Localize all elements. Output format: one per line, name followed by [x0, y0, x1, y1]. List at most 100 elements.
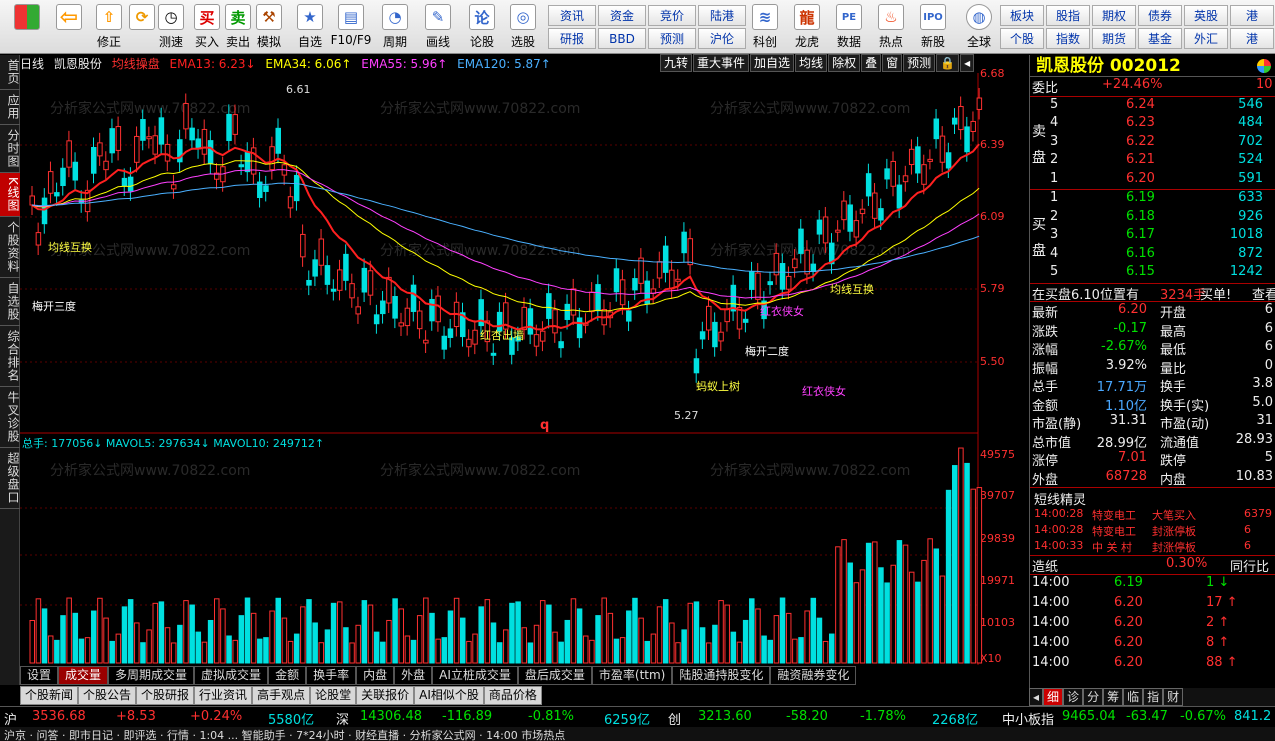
candle [958, 106, 964, 131]
cy-pct: -1.78% [860, 709, 906, 724]
tab-related[interactable]: 关联报价 [356, 686, 415, 705]
grid-item[interactable]: 期权 [1092, 5, 1136, 26]
volume-bar [312, 622, 318, 664]
grid-item[interactable]: 期货 [1092, 28, 1136, 49]
draw-button[interactable]: ✎ 画线 [421, 4, 455, 50]
tab-inner[interactable]: 内盘 [356, 666, 395, 685]
tab-outer[interactable]: 外盘 [394, 666, 433, 685]
tab-expert[interactable]: 高手观点 [252, 686, 311, 705]
grid-item[interactable]: 指数 [1046, 28, 1090, 49]
quote-tab[interactable]: 诊 [1063, 688, 1084, 706]
grid-item[interactable]: 资讯 [548, 5, 596, 26]
screener-button[interactable]: ◎ 选股 [506, 4, 540, 50]
tab-intraday[interactable]: 分时图 [0, 125, 20, 173]
simulate-button[interactable]: ⚒ 模拟 [252, 4, 286, 50]
volume-bar [952, 465, 958, 664]
tab-news[interactable]: 个股新闻 [20, 686, 79, 705]
quote-tab[interactable]: 细 [1043, 688, 1064, 706]
grid-item[interactable]: 竞价 [648, 5, 696, 26]
short-item[interactable]: 14:00:33 中 关 村 封涨停板 6 [1030, 539, 1275, 555]
back-arrow-icon[interactable]: ⇦ [52, 4, 86, 50]
level-price: 6.19 [1126, 190, 1155, 205]
tab-ranking[interactable]: 综合排名 [0, 326, 20, 387]
tab-settings[interactable]: 设置 [20, 666, 59, 685]
tab-superquote[interactable]: 超级盘口 [0, 448, 20, 509]
data-button[interactable]: PE 数据 [832, 4, 866, 50]
grid-item[interactable]: 港 [1230, 28, 1274, 49]
tab-ai-similar[interactable]: AI相似个股 [414, 686, 484, 705]
grid-item[interactable]: 沪伦 [698, 28, 746, 49]
peer-compare[interactable]: 同行比 [1230, 556, 1269, 575]
short-item[interactable]: 14:00:28 特变电工 大笔买入 6379 [1030, 507, 1275, 523]
tab-home[interactable]: 首页 [0, 55, 20, 90]
global-button[interactable]: ◍ 全球 [962, 4, 996, 50]
tab-research[interactable]: 个股研报 [136, 686, 195, 705]
watchlist-button[interactable]: ★ 自选 [293, 4, 327, 50]
grid-item[interactable]: 预测 [648, 28, 696, 49]
grid-item[interactable]: 板块 [1000, 5, 1044, 26]
buy-button[interactable]: 买买入 [190, 4, 224, 50]
zaimai-link[interactable]: 查看 [1252, 284, 1275, 303]
grid-item[interactable]: 个股 [1000, 28, 1044, 49]
tab-industry[interactable]: 行业资讯 [194, 686, 253, 705]
tab-forum[interactable]: 论股堂 [310, 686, 357, 705]
fix-button[interactable]: ⇧ 修正 [92, 4, 126, 50]
home-logo-icon[interactable] [10, 4, 44, 50]
tab-diagnosis[interactable]: 牛叉诊股 [0, 387, 20, 448]
grid-item[interactable]: 英股 [1184, 5, 1228, 26]
sell-button[interactable]: 卖卖出 [221, 4, 255, 50]
grid-item[interactable]: 资金 [598, 5, 646, 26]
quote-tab[interactable]: 指 [1143, 688, 1164, 706]
kline-chart-area[interactable]: 日线 凯恩股份 均线操盘 EMA13: 6.23↓ EMA34: 6.06↑ E… [20, 54, 1028, 665]
grid-item[interactable]: 基金 [1138, 28, 1182, 49]
tab-turnover[interactable]: 换手率 [306, 666, 357, 685]
star-market-button[interactable]: ≋ 科创 [748, 4, 782, 50]
grid-item[interactable]: 股指 [1046, 5, 1090, 26]
tab-virtual-volume[interactable]: 虚拟成交量 [194, 666, 269, 685]
dragon-tiger-button[interactable]: 龍龙虎 [790, 4, 824, 50]
grid-item[interactable]: 港 [1230, 5, 1274, 26]
tab-apps[interactable]: 应用 [0, 90, 20, 125]
candle [712, 321, 718, 348]
ipo-button[interactable]: IPO 新股 [916, 4, 950, 50]
volume-bar [638, 617, 644, 664]
volume-bar [915, 581, 921, 664]
news-ticker[interactable]: 沪京 · 问答 · 即市日记 · 即评选 · 行情 · 1:04 ... 智能助… [0, 727, 1275, 741]
tab-watchlist[interactable]: 自选股 [0, 278, 20, 326]
tab-volume[interactable]: 成交量 [58, 666, 109, 685]
volume-bar [853, 582, 860, 664]
tab-ai-volume[interactable]: AI立桩成交量 [432, 666, 518, 685]
grid-item[interactable]: 债券 [1138, 5, 1182, 26]
hotspot-button[interactable]: ♨ 热点 [874, 4, 908, 50]
speedtest-button[interactable]: ◷ 测速 [154, 4, 188, 50]
tab-amount[interactable]: 金额 [268, 666, 307, 685]
grid-item[interactable]: 陆港 [698, 5, 746, 26]
tab-profile[interactable]: 个股资料 [0, 217, 20, 278]
level-num: 5 [1050, 264, 1059, 279]
quote-tab[interactable]: 财 [1163, 688, 1184, 706]
industry-row: 造纸 0.30% 同行比 [1030, 555, 1275, 575]
tab-hk-connect[interactable]: 陆股通持股变化 [672, 666, 771, 685]
pie-icon[interactable] [1257, 59, 1271, 73]
quote-tab[interactable]: ◂ [1029, 688, 1044, 706]
quote-tab[interactable]: 筹 [1103, 688, 1124, 706]
tab-kline[interactable]: K线图 [0, 173, 20, 217]
tab-pe[interactable]: 市盈率(ttm) [591, 666, 673, 685]
candle [595, 284, 601, 312]
grid-item[interactable]: BBD [598, 28, 646, 49]
short-item[interactable]: 14:00:28 特变电工 封涨停板 6 [1030, 523, 1275, 539]
tab-commodity[interactable]: 商品价格 [483, 686, 542, 705]
volume-bar [435, 638, 441, 664]
quote-tab[interactable]: 分 [1083, 688, 1104, 706]
f10-button[interactable]: ▤ F10/F9 [331, 4, 371, 50]
tab-announce[interactable]: 个股公告 [78, 686, 137, 705]
volume-bar [939, 575, 946, 664]
tab-multi-volume[interactable]: 多周期成交量 [108, 666, 195, 685]
quote-tab[interactable]: 临 [1123, 688, 1144, 706]
period-button[interactable]: ◔ 周期 [378, 4, 412, 50]
grid-item[interactable]: 外汇 [1184, 28, 1228, 49]
forum-button[interactable]: 论论股 [465, 4, 499, 50]
tab-margin[interactable]: 融资融券变化 [770, 666, 857, 685]
grid-item[interactable]: 研报 [548, 28, 596, 49]
tab-after-volume[interactable]: 盘后成交量 [517, 666, 592, 685]
